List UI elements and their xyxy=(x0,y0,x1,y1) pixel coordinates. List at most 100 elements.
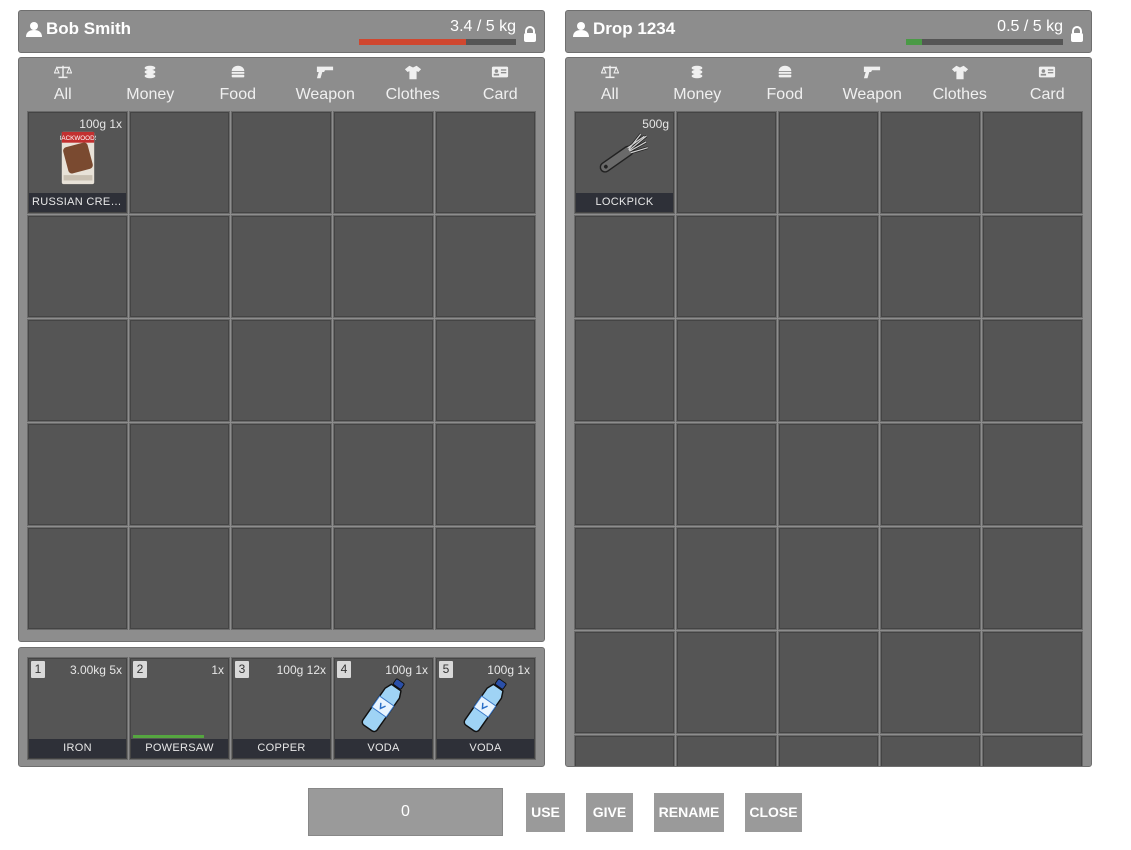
empty-slot[interactable] xyxy=(880,111,981,214)
tab-food[interactable]: Food xyxy=(194,64,282,104)
empty-slot[interactable] xyxy=(676,423,777,526)
empty-slot[interactable] xyxy=(333,527,434,630)
empty-slot[interactable] xyxy=(676,527,777,630)
empty-slot[interactable] xyxy=(982,319,1083,422)
use-button[interactable]: USE xyxy=(526,793,565,832)
empty-slot[interactable] xyxy=(333,423,434,526)
tab-card[interactable]: Card xyxy=(1004,64,1092,104)
item-slot[interactable]: 4 100g 1x VODA xyxy=(333,657,434,760)
empty-slot[interactable] xyxy=(333,111,434,214)
durability-bar xyxy=(133,735,205,738)
burger-icon xyxy=(776,64,794,86)
empty-slot[interactable] xyxy=(129,423,230,526)
empty-slot[interactable] xyxy=(27,527,128,630)
empty-slot[interactable] xyxy=(129,111,230,214)
amount-input[interactable]: 0 xyxy=(308,788,503,836)
item-label: VODA xyxy=(335,739,432,758)
empty-slot[interactable] xyxy=(982,631,1083,734)
empty-slot[interactable] xyxy=(27,215,128,318)
empty-slot[interactable] xyxy=(778,631,879,734)
item-slot[interactable]: 5 100g 1x VODA xyxy=(435,657,536,760)
empty-slot[interactable] xyxy=(676,631,777,734)
tab-clothes[interactable]: Clothes xyxy=(369,64,457,104)
empty-slot[interactable] xyxy=(129,527,230,630)
gun-icon xyxy=(316,64,334,86)
empty-slot[interactable] xyxy=(231,527,332,630)
tab-money[interactable]: Money xyxy=(107,64,195,104)
rename-button[interactable]: RENAME xyxy=(654,793,724,832)
empty-slot[interactable] xyxy=(574,215,675,318)
item-slot[interactable]: 1 3.00kg 5x IRON xyxy=(27,657,128,760)
empty-slot[interactable] xyxy=(574,631,675,734)
empty-slot[interactable] xyxy=(982,423,1083,526)
empty-slot[interactable] xyxy=(982,735,1083,766)
empty-slot[interactable] xyxy=(435,423,536,526)
empty-slot[interactable] xyxy=(778,111,879,214)
item-label: VODA xyxy=(437,739,534,758)
empty-slot[interactable] xyxy=(982,111,1083,214)
empty-slot[interactable] xyxy=(574,527,675,630)
item-weight-count: 100g 12x xyxy=(276,663,326,677)
empty-slot[interactable] xyxy=(574,423,675,526)
empty-slot[interactable] xyxy=(27,423,128,526)
tab-all[interactable]: All xyxy=(19,64,107,104)
item-slot[interactable]: 2 1x POWERSAW xyxy=(129,657,230,760)
item-slot[interactable]: BACKWOODS 100g 1x RUSSIAN CREA... xyxy=(27,111,128,214)
lock-icon[interactable] xyxy=(1070,26,1084,42)
empty-slot[interactable] xyxy=(435,319,536,422)
empty-slot[interactable] xyxy=(574,319,675,422)
empty-slot[interactable] xyxy=(676,215,777,318)
empty-slot[interactable] xyxy=(231,319,332,422)
empty-slot[interactable] xyxy=(778,319,879,422)
tab-money[interactable]: Money xyxy=(654,64,742,104)
coins-icon xyxy=(688,64,706,86)
empty-slot[interactable] xyxy=(880,319,981,422)
empty-slot[interactable] xyxy=(435,215,536,318)
empty-slot[interactable] xyxy=(676,111,777,214)
tab-food[interactable]: Food xyxy=(741,64,829,104)
empty-slot[interactable] xyxy=(333,319,434,422)
empty-slot[interactable] xyxy=(435,527,536,630)
empty-slot[interactable] xyxy=(27,319,128,422)
empty-slot[interactable] xyxy=(574,735,675,766)
tab-card[interactable]: Card xyxy=(457,64,545,104)
empty-slot[interactable] xyxy=(435,111,536,214)
close-button[interactable]: CLOSE xyxy=(745,793,802,832)
empty-slot[interactable] xyxy=(676,735,777,766)
empty-slot[interactable] xyxy=(880,527,981,630)
empty-slot[interactable] xyxy=(129,319,230,422)
tab-label: Weapon xyxy=(295,86,355,103)
tab-weapon[interactable]: Weapon xyxy=(829,64,917,104)
lock-icon[interactable] xyxy=(523,26,537,42)
shirt-icon xyxy=(404,64,422,86)
empty-slot[interactable] xyxy=(880,215,981,318)
tab-clothes[interactable]: Clothes xyxy=(916,64,1004,104)
empty-slot[interactable] xyxy=(982,527,1083,630)
empty-slot[interactable] xyxy=(231,423,332,526)
tab-label: Clothes xyxy=(932,86,987,103)
item-label: RUSSIAN CREA... xyxy=(29,193,126,212)
scale-icon xyxy=(600,64,620,86)
empty-slot[interactable] xyxy=(129,215,230,318)
item-slot[interactable]: 500g LOCKPICK xyxy=(574,111,675,214)
empty-slot[interactable] xyxy=(778,527,879,630)
item-label: IRON xyxy=(29,739,126,758)
empty-slot[interactable] xyxy=(880,423,981,526)
right-owner-name: Drop 1234 xyxy=(593,19,676,38)
empty-slot[interactable] xyxy=(676,319,777,422)
empty-slot[interactable] xyxy=(880,631,981,734)
empty-slot[interactable] xyxy=(778,735,879,766)
empty-slot[interactable] xyxy=(778,215,879,318)
tab-weapon[interactable]: Weapon xyxy=(282,64,370,104)
id-card-icon xyxy=(491,64,509,86)
tab-all[interactable]: All xyxy=(566,64,654,104)
empty-slot[interactable] xyxy=(778,423,879,526)
empty-slot[interactable] xyxy=(880,735,981,766)
id-card-icon xyxy=(1038,64,1056,86)
item-slot[interactable]: 3 100g 12x COPPER xyxy=(231,657,332,760)
give-button[interactable]: GIVE xyxy=(586,793,633,832)
empty-slot[interactable] xyxy=(231,111,332,214)
empty-slot[interactable] xyxy=(333,215,434,318)
empty-slot[interactable] xyxy=(982,215,1083,318)
empty-slot[interactable] xyxy=(231,215,332,318)
